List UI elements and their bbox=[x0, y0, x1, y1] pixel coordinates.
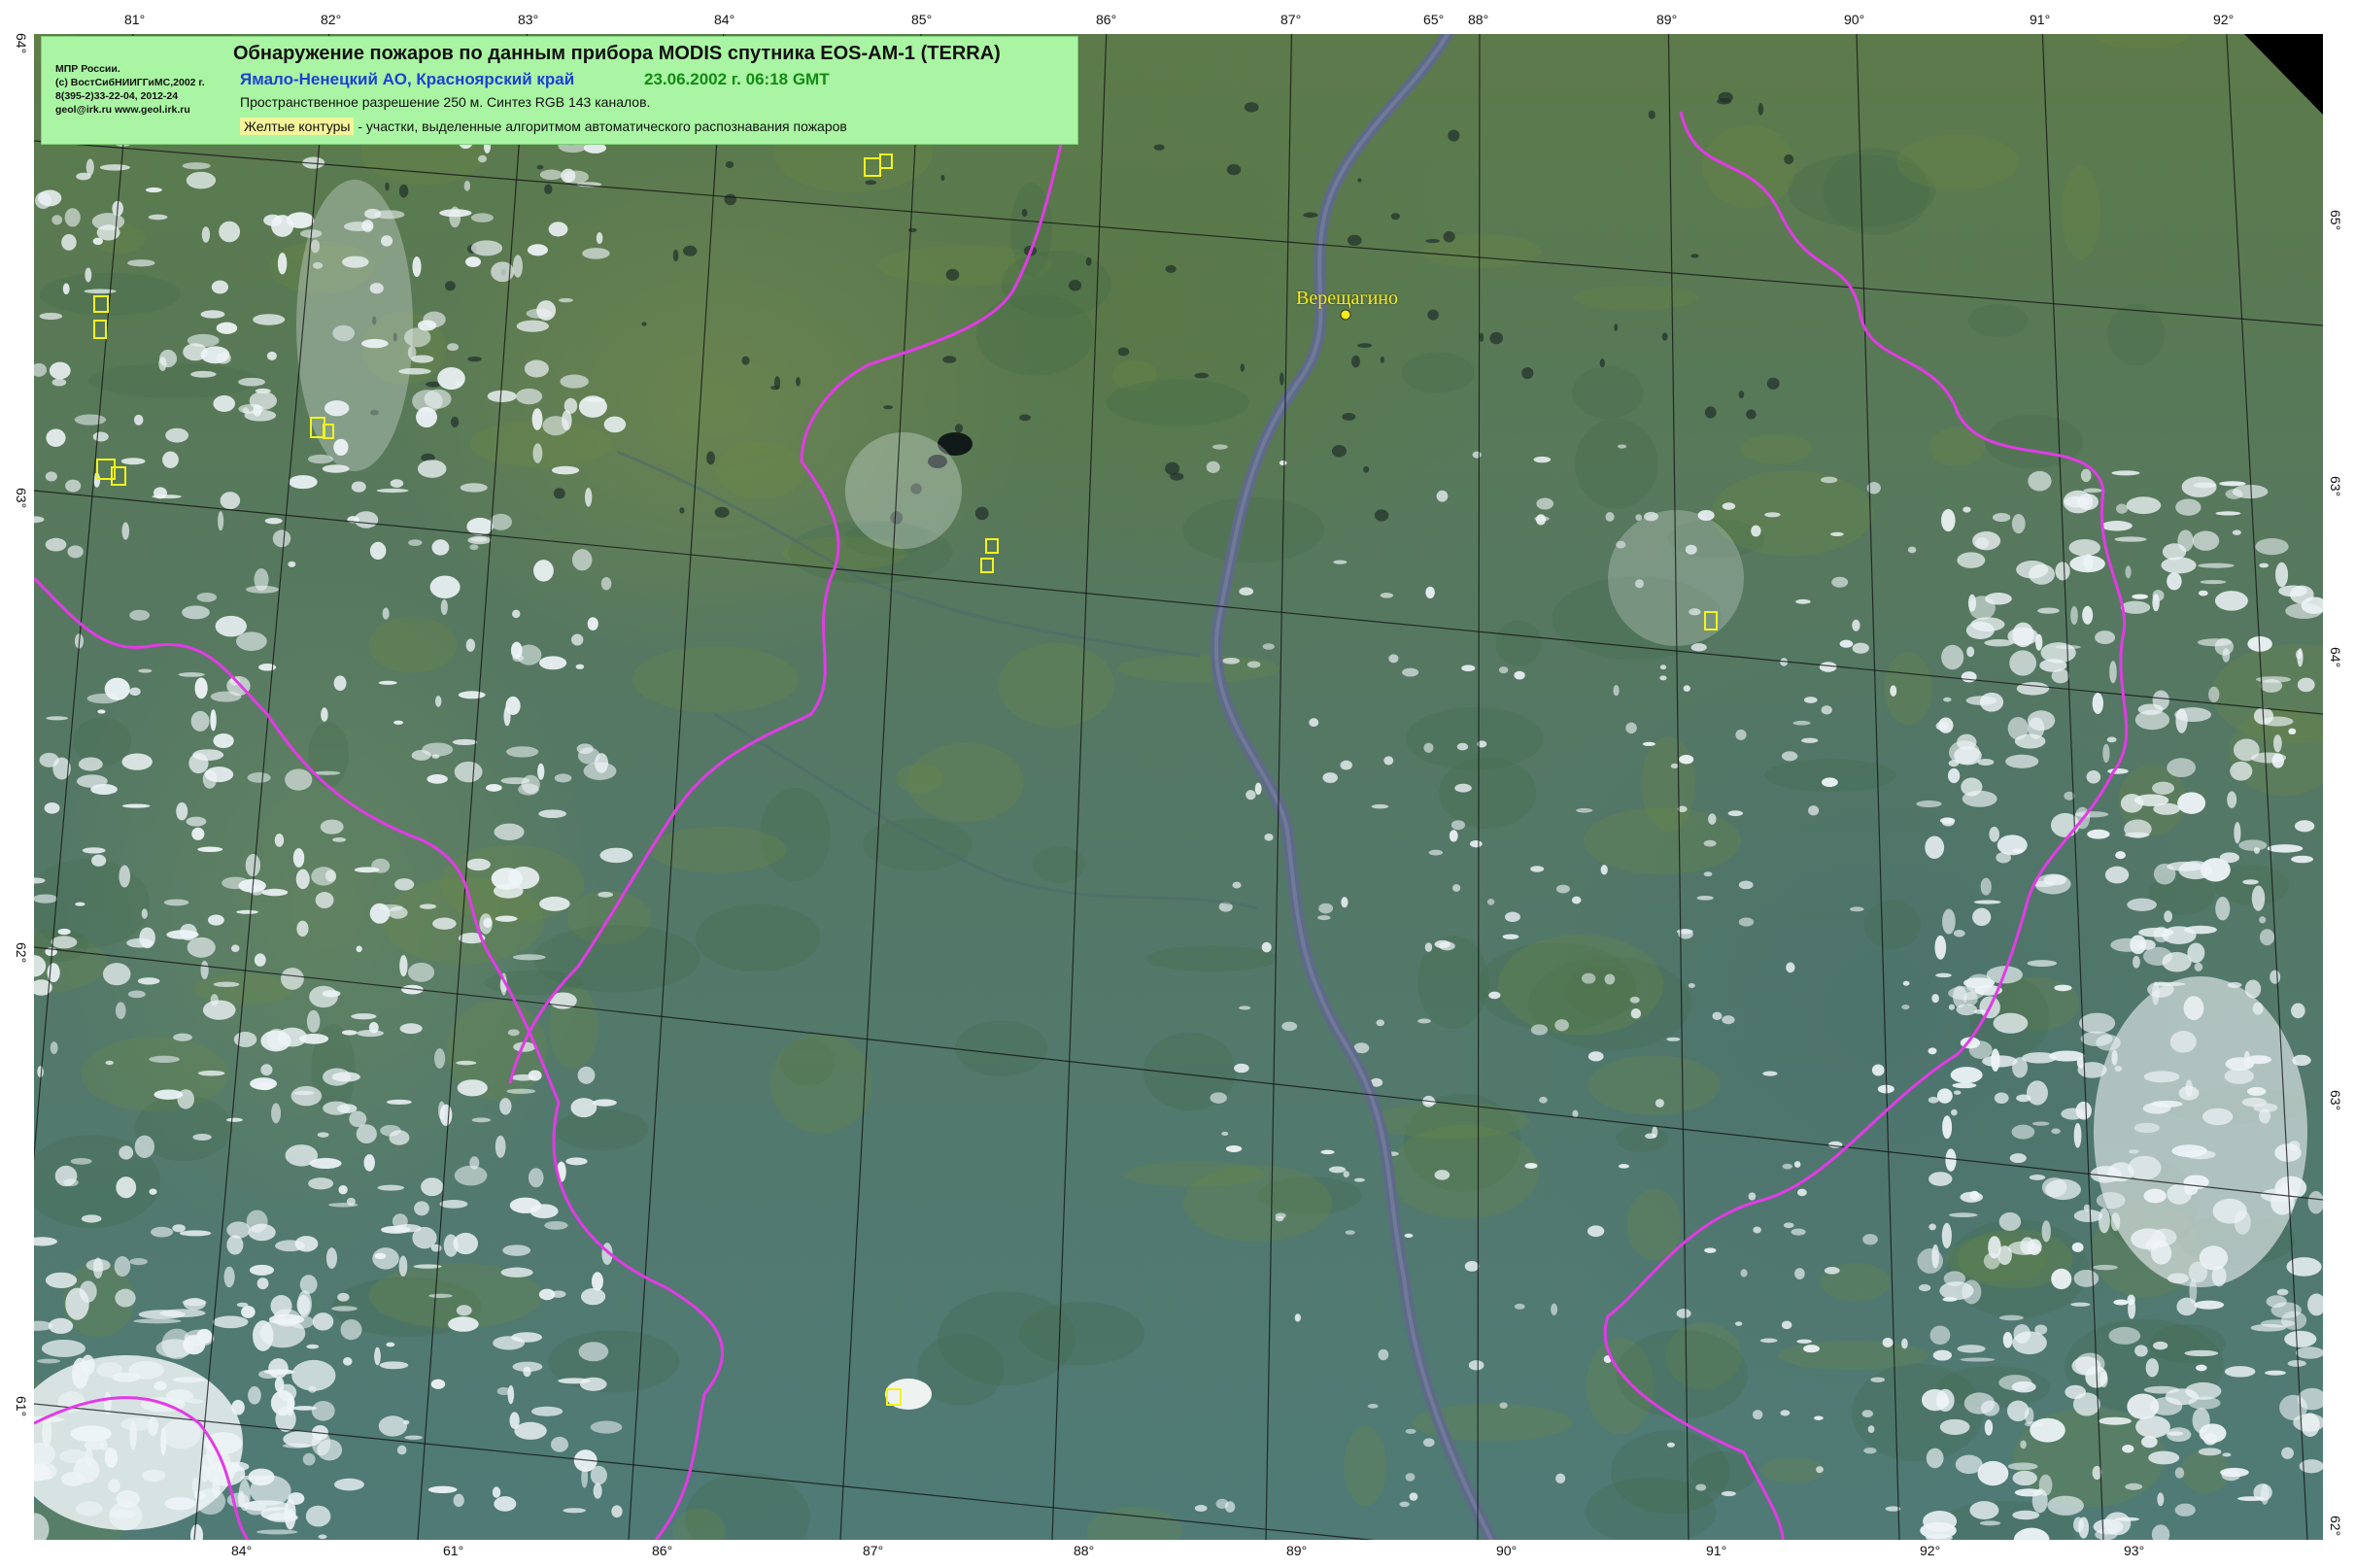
organization-info: МПР России. (с) ВостСибНИИГГиМС,2002 г. … bbox=[55, 62, 259, 117]
org-line: 8(395-2)33-22-04, 2012-24 bbox=[55, 90, 179, 102]
org-line: geol@irk.ru www.geol.irk.ru bbox=[55, 104, 190, 116]
right-latitude-label: 64° bbox=[2328, 647, 2343, 668]
right-latitude-label: 63° bbox=[2328, 1090, 2343, 1111]
org-line: МПР России. bbox=[55, 63, 120, 75]
resolution-label: Пространственное разрешение 250 м. Синте… bbox=[240, 94, 651, 110]
date-label: 23.06.2002 г. 06:18 GMT bbox=[644, 70, 830, 88]
bottom-longitude-label: 86° bbox=[652, 1543, 673, 1558]
bottom-longitude-label: 91° bbox=[1706, 1543, 1727, 1558]
bottom-longitude-label: 93° bbox=[2124, 1543, 2145, 1558]
top-longitude-label: 65° bbox=[1423, 12, 1445, 27]
map-title: Обнаружение пожаров по данным прибора MO… bbox=[233, 43, 1001, 64]
top-longitude-label: 92° bbox=[2213, 12, 2235, 27]
top-longitude-label: 88° bbox=[1468, 12, 1489, 27]
left-latitude-label: 61° bbox=[14, 1396, 29, 1417]
left-latitude-label: 63° bbox=[14, 488, 29, 509]
top-longitude-label: 81° bbox=[124, 12, 146, 27]
bottom-longitude-label: 92° bbox=[1920, 1543, 1941, 1558]
left-latitude-label: 64° bbox=[14, 33, 29, 54]
left-latitude-label: 62° bbox=[14, 942, 29, 964]
top-longitude-label: 84° bbox=[714, 12, 735, 27]
bottom-longitude-label: 90° bbox=[1496, 1543, 1518, 1558]
bottom-longitude-label: 89° bbox=[1286, 1543, 1308, 1558]
bottom-longitude-label: 61° bbox=[443, 1543, 464, 1558]
top-longitude-label: 85° bbox=[911, 12, 933, 27]
right-latitude-label: 63° bbox=[2328, 476, 2343, 497]
top-longitude-label: 87° bbox=[1280, 12, 1302, 27]
bottom-longitude-label: 84° bbox=[231, 1543, 253, 1558]
org-line: (с) ВостСибНИИГГиМС,2002 г. bbox=[55, 77, 205, 88]
bottom-longitude-label: 88° bbox=[1074, 1543, 1095, 1558]
top-longitude-label: 90° bbox=[1844, 12, 1865, 27]
top-longitude-label: 82° bbox=[321, 12, 342, 27]
bottom-longitude-label: 87° bbox=[863, 1543, 884, 1558]
top-longitude-label: 83° bbox=[518, 12, 539, 27]
info-panel: МПР России. (с) ВостСибНИИГГиМС,2002 г. … bbox=[41, 36, 1078, 145]
top-longitude-label: 86° bbox=[1096, 12, 1117, 27]
top-longitude-label: 91° bbox=[2030, 12, 2051, 27]
region-label: Ямало-Ненецкий АО, Красноярский край bbox=[240, 70, 575, 88]
right-latitude-label: 62° bbox=[2328, 1516, 2343, 1537]
legend-description: - участки, выделенные алгоритмом автомат… bbox=[354, 119, 847, 134]
settlement-label-vereshchagino: Верещагино bbox=[1296, 288, 1398, 309]
legend-yellow-contours: Желтые контуры bbox=[240, 118, 355, 135]
legend: Желтые контуры - участки, выделенные алг… bbox=[240, 118, 847, 135]
right-latitude-label: 65° bbox=[2328, 210, 2343, 231]
top-longitude-label: 89° bbox=[1656, 12, 1678, 27]
no-data-corner-shape bbox=[2244, 34, 2323, 115]
